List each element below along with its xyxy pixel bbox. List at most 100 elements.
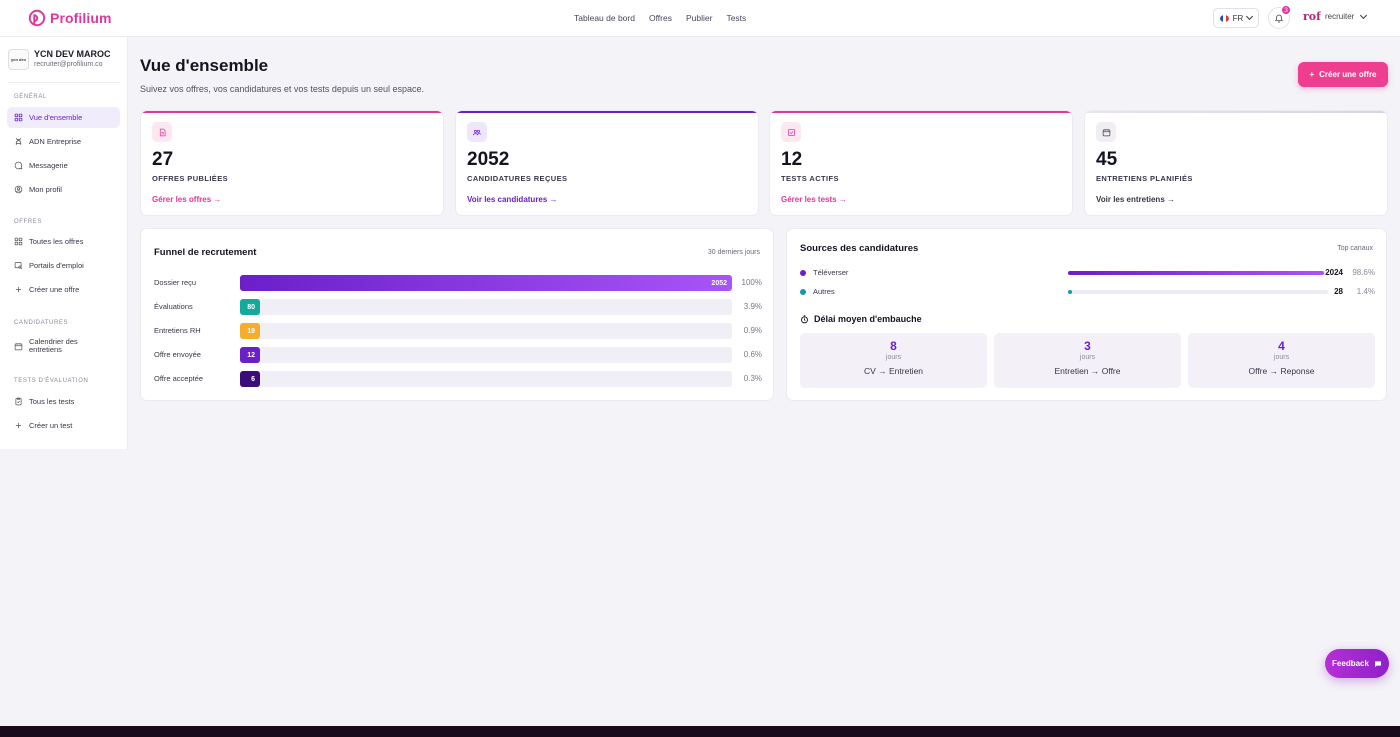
chevron-down-icon: [1360, 11, 1368, 19]
funnel-track: [240, 371, 732, 387]
top-bar: Profilium Tableau de bord Offres Publier…: [0, 0, 1400, 37]
sidebar-item-messagerie[interactable]: Messagerie: [7, 155, 120, 176]
france-flag-icon: [1219, 14, 1229, 22]
funnel-stage-label: Entretiens RH: [154, 326, 201, 335]
section-general: GÉNÉRAL: [14, 94, 47, 100]
language-selector[interactable]: FR: [1213, 8, 1259, 28]
funnel-percent: 3.9%: [743, 302, 762, 311]
card-accent-bar: [456, 111, 758, 113]
sidebar: ycn dev YCN DEV MAROC recruiter@profiliu…: [0, 37, 128, 449]
source-track: [1068, 290, 1328, 294]
page-title: Vue d'ensemble: [140, 56, 269, 75]
view-applications-link[interactable]: Voir les candidatures →: [467, 195, 558, 204]
sidebar-item-all-tests[interactable]: Tous les tests: [7, 391, 120, 412]
funnel-track: [240, 299, 732, 315]
sources-top-label: Top canaux: [1337, 245, 1373, 252]
funnel-row: Offre acceptée 6 0.3%: [154, 371, 762, 387]
funnel-row: Dossier reçu 2052 100%: [154, 275, 762, 291]
card-accent-bar: [770, 111, 1072, 113]
create-offer-label: Créer une offre: [1319, 70, 1377, 79]
company-email: recruiter@profilium.co: [34, 61, 103, 68]
profilium-logo-icon: [28, 9, 46, 27]
feedback-label: Feedback: [1332, 659, 1369, 668]
footer-strip: [0, 726, 1400, 737]
funnel-stage-label: Dossier reçu: [154, 278, 197, 287]
funnel-stage-label: Offre acceptée: [154, 374, 204, 383]
calendar-icon: [14, 342, 23, 350]
plus-icon: [15, 422, 22, 429]
delay-card: 3 jours Entretien → Offre: [994, 333, 1181, 388]
delay-label: Entretien → Offre: [1054, 366, 1121, 376]
funnel-row: Entretiens RH 19 0.9%: [154, 323, 762, 339]
stat-card-tests: 12 TESTS ACTIFS Gérer les tests →: [769, 110, 1073, 216]
sidebar-item-create-test[interactable]: Créer un test: [7, 415, 120, 436]
sidebar-item-job-portals[interactable]: Portails d'emploi: [7, 255, 120, 276]
funnel-track: [240, 323, 732, 339]
company-logo: ycn dev: [8, 49, 29, 70]
section-tests: TESTS D'ÉVALUATION: [14, 378, 89, 384]
stat-label: OFFRES PUBLIÉES: [152, 174, 229, 183]
sidebar-item-label: Créer un test: [29, 421, 73, 430]
funnel-stage-label: Évaluations: [154, 302, 193, 311]
checklist-icon: [781, 122, 801, 142]
delay-unit: jours: [1079, 354, 1096, 361]
nav-offres[interactable]: Offres: [649, 13, 672, 23]
stat-value: 45: [1096, 149, 1118, 170]
delay-value: 4: [1278, 339, 1285, 353]
funnel-bar: 12: [240, 347, 260, 363]
application-sources-panel: Sources des candidatures Top canaux Télé…: [786, 228, 1387, 401]
source-count: 2024: [1325, 268, 1343, 277]
timer-icon: [801, 314, 808, 323]
delay-title-text: Délai moyen d'embauche: [814, 314, 922, 324]
brand-logo[interactable]: Profilium: [28, 9, 112, 27]
create-offer-button[interactable]: + Créer une offre: [1298, 62, 1388, 87]
user-role-label: recruiter: [1325, 12, 1355, 21]
divider: [8, 82, 120, 83]
stat-label: CANDIDATURES REÇUES: [467, 174, 568, 183]
bell-icon: [1274, 14, 1284, 23]
grid-icon: [14, 113, 23, 122]
delay-title: Délai moyen d'embauche: [800, 314, 922, 324]
sidebar-item-label: Calendrier des entretiens: [29, 336, 78, 354]
delay-card: 8 jours CV → Entretien: [800, 333, 987, 388]
funnel-row: Évaluations 80 3.9%: [154, 299, 762, 315]
funnel-bar: 80: [240, 299, 260, 315]
source-label: Autres: [813, 287, 835, 296]
stat-card-applications: 2052 CANDIDATURES REÇUES Voir les candid…: [455, 110, 759, 216]
funnel-bar: 2052: [240, 275, 732, 291]
plus-icon: [15, 286, 22, 293]
sources-title: Sources des candidatures: [800, 243, 919, 254]
sidebar-item-overview[interactable]: Vue d'ensemble: [7, 107, 120, 128]
nav-publier[interactable]: Publier: [686, 13, 712, 23]
sidebar-item-label: Mon profil: [29, 185, 62, 194]
sidebar-item-profil[interactable]: Mon profil: [7, 179, 120, 200]
avatar: rof: [1303, 10, 1321, 23]
manage-tests-link[interactable]: Gérer les tests →: [781, 195, 847, 204]
dna-icon: [15, 138, 22, 145]
delay-value: 3: [1084, 339, 1091, 353]
sidebar-item-all-offers[interactable]: Toutes les offres: [7, 231, 120, 252]
nav-dashboard[interactable]: Tableau de bord: [574, 13, 635, 23]
sidebar-item-label: Messagerie: [29, 161, 68, 170]
source-bar: [1068, 271, 1325, 275]
message-icon: [14, 161, 23, 170]
company-switcher[interactable]: ycn dev YCN DEV MAROC recruiter@profiliu…: [8, 49, 111, 70]
card-accent-bar: [141, 111, 443, 113]
company-name: YCN DEV MAROC: [34, 49, 111, 59]
sidebar-item-create-offer[interactable]: Créer une offre: [7, 279, 120, 300]
nav-tests[interactable]: Tests: [726, 13, 746, 23]
manage-offers-link[interactable]: Gérer les offres →: [152, 195, 221, 204]
funnel-row: Offre envoyée 12 0.6%: [154, 347, 762, 363]
source-bar: [1068, 290, 1072, 294]
funnel-bar: 19: [240, 323, 260, 339]
funnel-period: 30 derniers jours: [707, 249, 760, 256]
user-circle-icon: [14, 185, 23, 194]
card-accent-bar: [1085, 111, 1387, 113]
user-menu[interactable]: rof recruiter: [1303, 10, 1368, 23]
view-interviews-link[interactable]: Voir les entretiens →: [1096, 195, 1175, 204]
sidebar-item-adn[interactable]: ADN Entreprise: [7, 131, 120, 152]
portal-search-icon: [14, 262, 23, 270]
sidebar-item-label: Tous les tests: [29, 397, 75, 406]
sidebar-item-calendar[interactable]: Calendrier des entretiens: [7, 333, 120, 359]
feedback-button[interactable]: Feedback: [1325, 649, 1389, 678]
